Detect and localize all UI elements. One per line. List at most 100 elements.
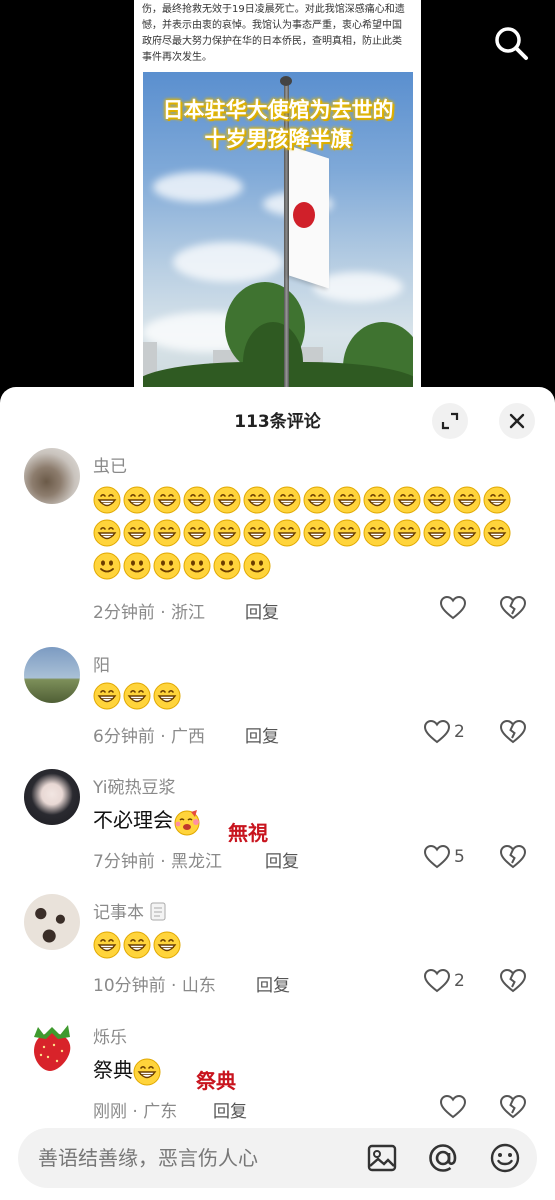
comment-text: 不必理会 (93, 805, 523, 836)
grinning-emoji-icon (453, 486, 481, 513)
comment-text (93, 928, 523, 959)
comment-username[interactable]: 虫已 (93, 452, 127, 477)
avatar[interactable] (24, 769, 80, 825)
flag-photo: 日本驻华大使馆为去世的 十岁男孩降半旗 (143, 72, 413, 400)
grinning-emoji-icon (423, 519, 451, 546)
expand-icon (441, 412, 459, 430)
comment-username[interactable]: 烁乐 (93, 1023, 127, 1048)
broken-heart-icon (499, 1094, 527, 1119)
reply-button[interactable]: 回复 (245, 722, 279, 747)
like-count: 2 (454, 971, 465, 991)
grinning-emoji-icon (153, 931, 181, 958)
grinning-emoji-icon (393, 519, 421, 546)
comment-meta: 7分钟前 · 黑龙江 (93, 852, 223, 872)
grinning-emoji-icon (133, 1058, 161, 1085)
emoji-sequence (133, 1058, 163, 1085)
comment-text: 祭典 (93, 1055, 523, 1086)
grinning-emoji-icon (483, 519, 511, 546)
grinning-emoji-icon (423, 486, 451, 513)
grinning-emoji-icon (123, 486, 151, 513)
grinning-emoji-icon (333, 486, 361, 513)
annotation-label: 祭典 (196, 1069, 236, 1093)
article-line: 事件再次发生。 (142, 52, 212, 63)
broken-heart-icon (499, 844, 527, 869)
article-line: 憾，并表示由衷的哀悼。我馆认为事态严重，衷心希望中国 (142, 20, 402, 31)
image-button[interactable] (365, 1141, 399, 1175)
dislike-button[interactable] (499, 595, 527, 624)
dislike-button[interactable] (499, 844, 527, 873)
broken-heart-icon (499, 968, 527, 993)
like-button[interactable] (440, 1095, 466, 1119)
heart-icon (440, 596, 466, 620)
grinning-emoji-icon (483, 486, 511, 513)
comment-username[interactable]: 阳 (93, 651, 110, 676)
video-headline: 日本驻华大使馆为去世的 十岁男孩降半旗 (162, 98, 394, 151)
like-button[interactable]: 2 (424, 969, 465, 993)
like-button[interactable]: 2 (424, 720, 465, 744)
grinning-emoji-icon (123, 931, 151, 958)
grinning-emoji-icon (153, 519, 181, 546)
mention-button[interactable] (426, 1141, 460, 1175)
like-button[interactable]: 5 (424, 845, 465, 869)
dislike-button[interactable] (499, 719, 527, 748)
comment-username[interactable]: Yi碗热豆浆 (93, 773, 176, 798)
comments-panel: 113条评论 虫已 2分钟前 · 浙江 回复 阳 6分钟前 · 广西 回复 2 … (0, 387, 555, 1200)
like-button[interactable] (440, 596, 466, 620)
grinning-emoji-icon (123, 519, 151, 546)
grinning-emoji-icon (273, 486, 301, 513)
reply-button[interactable]: 回复 (213, 1097, 247, 1122)
grinning-emoji-icon (213, 519, 241, 546)
grinning-emoji-icon (363, 519, 391, 546)
article-line: 政府尽最大努力保护在华的日本侨民，查明真相，防止此类 (142, 36, 402, 47)
avatar[interactable] (24, 647, 80, 703)
comment-meta: 10分钟前 · 山东 (93, 976, 216, 996)
comment-item: 记事本 10分钟前 · 山东 回复 2 (0, 894, 555, 997)
avatar[interactable] (24, 894, 80, 950)
comment-input-bar (18, 1128, 537, 1188)
search-button[interactable] (492, 24, 530, 62)
close-button[interactable] (499, 403, 535, 439)
comment-text (93, 679, 523, 710)
grinning-emoji-icon (93, 519, 121, 546)
avatar[interactable] (24, 1019, 80, 1075)
like-count: 2 (454, 722, 465, 742)
at-icon (429, 1144, 457, 1172)
video-player[interactable]: 伤，最终抢救无效于19日凌晨死亡。对此我馆深感痛心和遗 憾，并表示由衷的哀悼。我… (0, 0, 555, 400)
search-icon (495, 27, 528, 60)
grinning-emoji-icon (363, 486, 391, 513)
celebrating-emoji-icon (174, 809, 200, 835)
grinning-emoji-icon (183, 519, 211, 546)
grinning-emoji-icon (393, 486, 421, 513)
smiling-emoji-icon (153, 552, 181, 579)
reply-button[interactable]: 回复 (256, 971, 290, 996)
article-text: 伤，最终抢救无效于19日凌晨死亡。对此我馆深感痛心和遗 憾，并表示由衷的哀悼。我… (134, 0, 421, 68)
comment-input[interactable] (38, 1128, 338, 1188)
smiling-emoji-icon (213, 552, 241, 579)
emoji-sequence (93, 679, 523, 710)
dislike-button[interactable] (499, 1094, 527, 1123)
emoji-button[interactable] (488, 1141, 522, 1175)
emoji-sequence (93, 482, 533, 581)
grinning-emoji-icon (243, 519, 271, 546)
expand-button[interactable] (432, 403, 468, 439)
avatar[interactable] (24, 448, 80, 504)
heart-icon (440, 1095, 466, 1119)
comment-meta: 6分钟前 · 广西 (93, 727, 206, 747)
reply-button[interactable]: 回复 (265, 847, 299, 872)
grinning-emoji-icon (273, 519, 301, 546)
comment-item: 阳 6分钟前 · 广西 回复 2 (0, 647, 555, 747)
comment-meta: 2分钟前 · 浙江 (93, 603, 206, 623)
grinning-emoji-icon (153, 486, 181, 513)
broken-heart-icon (499, 595, 527, 620)
annotation-label: 無視 (228, 821, 268, 845)
heart-icon (424, 845, 450, 869)
grinning-emoji-icon (453, 519, 481, 546)
smiling-emoji-icon (93, 552, 121, 579)
reply-button[interactable]: 回复 (245, 598, 279, 623)
smiling-emoji-icon (123, 552, 151, 579)
news-article-frame: 伤，最终抢救无效于19日凌晨死亡。对此我馆深感痛心和遗 憾，并表示由衷的哀悼。我… (134, 0, 421, 400)
grinning-emoji-icon (93, 931, 121, 958)
like-count: 5 (454, 847, 465, 867)
comment-username[interactable]: 记事本 (93, 898, 167, 923)
dislike-button[interactable] (499, 968, 527, 997)
